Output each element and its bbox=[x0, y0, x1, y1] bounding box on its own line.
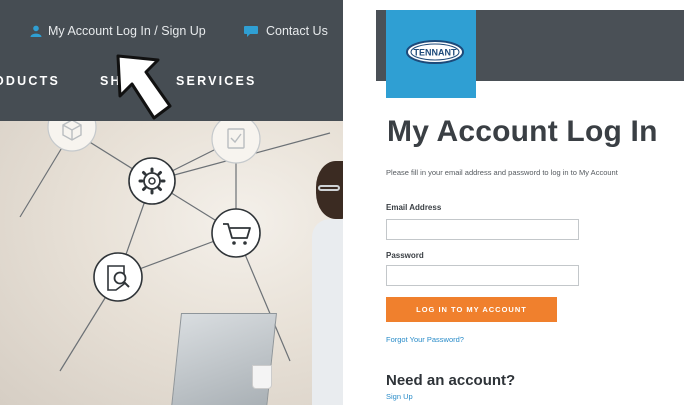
page-title: My Account Log In bbox=[387, 115, 658, 148]
network-diagram bbox=[19, 121, 331, 372]
password-label: Password bbox=[386, 251, 424, 260]
nav-services[interactable]: SERVICES bbox=[176, 74, 257, 88]
cube-icon bbox=[47, 121, 97, 152]
contact-us-label: Contact Us bbox=[266, 24, 328, 38]
pointer-arrow-icon bbox=[116, 54, 172, 120]
contact-us-link[interactable]: Contact Us bbox=[244, 24, 328, 38]
cup-image bbox=[252, 365, 272, 389]
person-image bbox=[312, 161, 343, 405]
nav-products[interactable]: ODUCTS bbox=[0, 74, 60, 88]
sign-up-link[interactable]: Sign Up bbox=[386, 392, 413, 401]
login-button[interactable]: LOG IN TO MY ACCOUNT bbox=[386, 297, 557, 322]
need-account-heading: Need an account? bbox=[386, 372, 516, 389]
cart-icon bbox=[211, 208, 261, 258]
left-screenshot-panel: My Account Log In / Sign Up Contact Us O… bbox=[0, 0, 343, 405]
clipboard-icon bbox=[211, 121, 261, 164]
my-account-link[interactable]: My Account Log In / Sign Up bbox=[30, 24, 206, 38]
chat-icon bbox=[244, 25, 258, 37]
email-field[interactable] bbox=[386, 219, 579, 240]
tennant-logo[interactable]: TENNANT bbox=[386, 10, 476, 98]
logo-text: TENNANT bbox=[414, 48, 457, 58]
password-field[interactable] bbox=[386, 265, 579, 286]
laptop-image bbox=[171, 313, 277, 405]
right-screenshot-panel: TENNANT My Account Log In Please fill in… bbox=[376, 10, 684, 405]
gear-icon bbox=[128, 157, 176, 205]
user-icon bbox=[30, 25, 42, 37]
forgot-password-link[interactable]: Forgot Your Password? bbox=[386, 335, 464, 344]
login-instructions: Please fill in your email address and pa… bbox=[386, 168, 618, 177]
email-label: Email Address bbox=[386, 203, 442, 212]
my-account-label: My Account Log In / Sign Up bbox=[48, 24, 206, 38]
search-document-icon bbox=[93, 252, 143, 302]
hero-image bbox=[0, 121, 343, 405]
tennant-logo-badge: TENNANT bbox=[406, 40, 464, 64]
